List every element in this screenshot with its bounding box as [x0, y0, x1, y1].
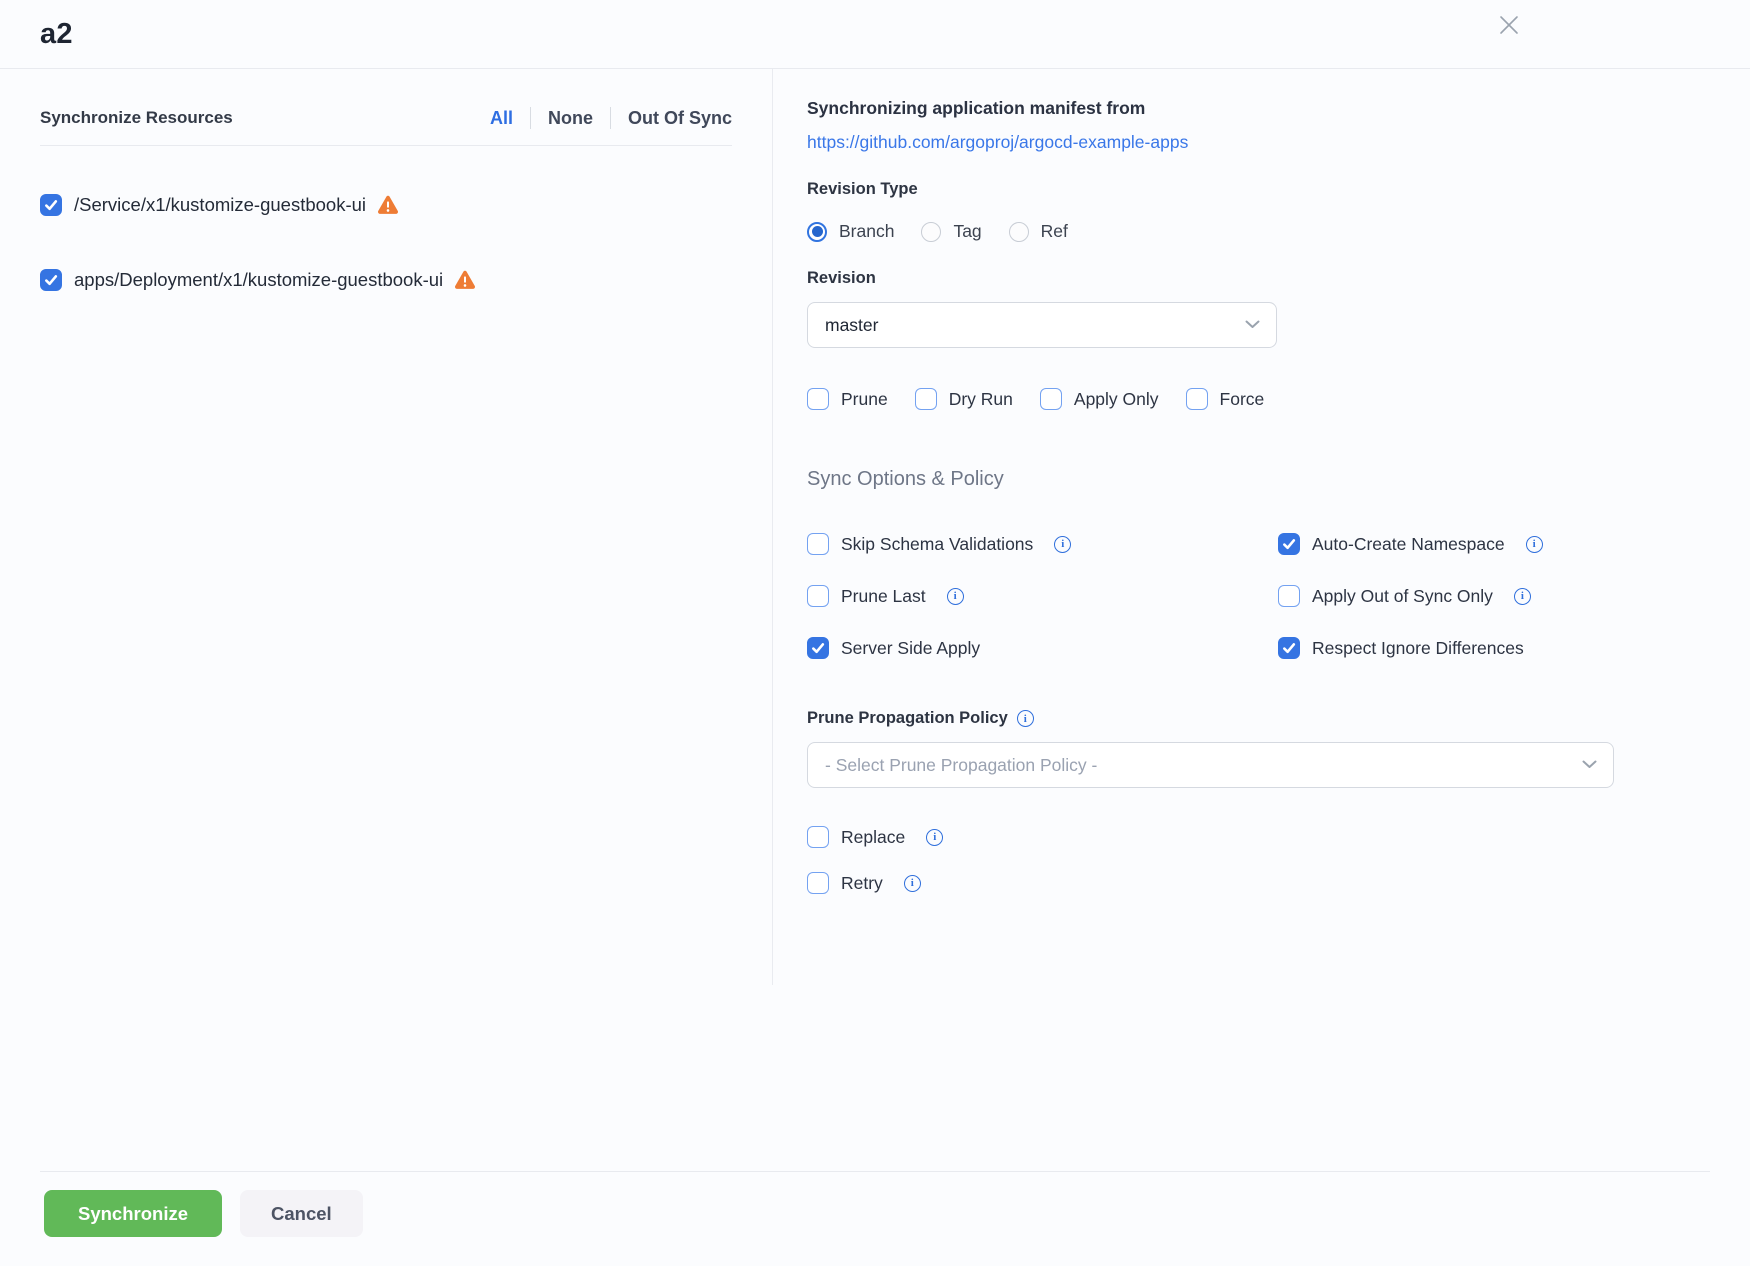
dialog-header: a2 [0, 0, 1750, 69]
revision-select[interactable]: master [807, 302, 1277, 348]
info-icon[interactable]: i [1017, 710, 1034, 727]
revision-type-options: Branch Tag Ref [807, 221, 1710, 242]
checkbox-respect-ignore-differences[interactable]: Respect Ignore Differences [1278, 637, 1710, 659]
sync-flags: Prune Dry Run Apply Only Force [807, 388, 1710, 410]
checkbox-indicator [807, 826, 829, 848]
checkbox-label: Skip Schema Validations [841, 534, 1033, 555]
chevron-down-icon [1582, 756, 1597, 774]
manifest-link[interactable]: https://github.com/argoproj/argocd-examp… [807, 132, 1188, 153]
checkbox-label: Apply Out of Sync Only [1312, 586, 1493, 607]
checkbox-indicator [915, 388, 937, 410]
radio-indicator [807, 222, 827, 242]
info-icon[interactable]: i [904, 875, 921, 892]
radio-branch[interactable]: Branch [807, 221, 894, 242]
info-icon[interactable]: i [1514, 588, 1531, 605]
checkbox-indicator [1040, 388, 1062, 410]
info-icon[interactable]: i [926, 829, 943, 846]
warning-icon [454, 270, 476, 290]
checkbox-label: Force [1220, 389, 1265, 410]
checkbox-apply-only[interactable]: Apply Only [1040, 388, 1159, 410]
prune-propagation-policy-label: Prune Propagation Policy i [807, 709, 1710, 728]
checkbox-auto-create-namespace[interactable]: Auto-Create Namespace i [1278, 533, 1710, 555]
checkbox-label: Respect Ignore Differences [1312, 638, 1524, 659]
filter-out-of-sync[interactable]: Out Of Sync [628, 108, 732, 129]
filter-divider [610, 107, 611, 129]
checkbox-indicator [1278, 585, 1300, 607]
checkbox-indicator [1186, 388, 1208, 410]
cancel-button[interactable]: Cancel [240, 1190, 363, 1237]
checkbox-label: Replace [841, 827, 905, 848]
checkbox-label: Prune Last [841, 586, 926, 607]
checkbox-label: Retry [841, 873, 883, 894]
resource-checkbox[interactable] [40, 194, 62, 216]
manifest-heading: Synchronizing application manifest from [807, 98, 1710, 119]
resource-row: apps/Deployment/x1/kustomize-guestbook-u… [40, 269, 732, 291]
sync-options-panel: Synchronizing application manifest from … [773, 69, 1750, 894]
info-icon[interactable]: i [1526, 536, 1543, 553]
replace-row: Replace i [807, 826, 1710, 848]
checkbox-force[interactable]: Force [1186, 388, 1265, 410]
checkbox-retry[interactable]: Retry i [807, 872, 921, 894]
checkbox-indicator [807, 388, 829, 410]
checkbox-indicator [807, 585, 829, 607]
checkbox-replace[interactable]: Replace i [807, 826, 943, 848]
checkbox-indicator [807, 637, 829, 659]
checkbox-apply-out-of-sync-only[interactable]: Apply Out of Sync Only i [1278, 585, 1710, 607]
radio-label: Branch [839, 221, 894, 242]
retry-row: Retry i [807, 872, 1710, 894]
sync-options-grid: Skip Schema Validations i Auto-Create Na… [807, 533, 1710, 659]
checkbox-label: Apply Only [1074, 389, 1159, 410]
page-title: a2 [40, 13, 1710, 55]
resource-label: /Service/x1/kustomize-guestbook-ui [74, 194, 366, 216]
field-label-text: Prune Propagation Policy [807, 709, 1008, 728]
info-icon[interactable]: i [947, 588, 964, 605]
checkbox-prune-last[interactable]: Prune Last i [807, 585, 1278, 607]
warning-icon [377, 195, 399, 215]
select-placeholder: - Select Prune Propagation Policy - [825, 755, 1097, 776]
checkbox-indicator [1278, 637, 1300, 659]
resources-header: Synchronize Resources All None Out Of Sy… [40, 107, 732, 146]
resource-filters: All None Out Of Sync [490, 107, 732, 129]
resource-label: apps/Deployment/x1/kustomize-guestbook-u… [74, 269, 443, 291]
checkbox-prune[interactable]: Prune [807, 388, 888, 410]
checkbox-label: Server Side Apply [841, 638, 980, 659]
radio-indicator [1009, 222, 1029, 242]
synchronize-button[interactable]: Synchronize [44, 1190, 222, 1237]
revision-label: Revision [807, 269, 1710, 288]
checkbox-indicator [807, 533, 829, 555]
checkbox-dry-run[interactable]: Dry Run [915, 388, 1013, 410]
filter-all[interactable]: All [490, 108, 513, 129]
revision-type-label: Revision Type [807, 180, 1710, 199]
checkbox-skip-schema-validations[interactable]: Skip Schema Validations i [807, 533, 1278, 555]
checkbox-server-side-apply[interactable]: Server Side Apply [807, 637, 1278, 659]
revision-value: master [825, 315, 878, 336]
checkbox-label: Dry Run [949, 389, 1013, 410]
radio-label: Ref [1041, 221, 1068, 242]
checkbox-label: Auto-Create Namespace [1312, 534, 1505, 555]
close-icon[interactable] [1496, 12, 1522, 38]
resources-panel: Synchronize Resources All None Out Of Sy… [0, 69, 773, 985]
filter-divider [530, 107, 531, 129]
checkbox-label: Prune [841, 389, 888, 410]
checkbox-indicator [1278, 533, 1300, 555]
resource-row: /Service/x1/kustomize-guestbook-ui [40, 194, 732, 216]
radio-indicator [921, 222, 941, 242]
sync-options-heading: Sync Options & Policy [807, 468, 1710, 491]
resources-heading: Synchronize Resources [40, 108, 233, 128]
chevron-down-icon [1245, 316, 1260, 334]
dialog-body: Synchronize Resources All None Out Of Sy… [0, 69, 1750, 1171]
radio-tag[interactable]: Tag [921, 221, 981, 242]
prune-propagation-policy-select[interactable]: - Select Prune Propagation Policy - [807, 742, 1614, 788]
filter-none[interactable]: None [548, 108, 593, 129]
checkbox-indicator [807, 872, 829, 894]
info-icon[interactable]: i [1054, 536, 1071, 553]
dialog-footer: Synchronize Cancel [0, 1171, 1750, 1266]
radio-label: Tag [953, 221, 981, 242]
resource-checkbox[interactable] [40, 269, 62, 291]
radio-ref[interactable]: Ref [1009, 221, 1068, 242]
